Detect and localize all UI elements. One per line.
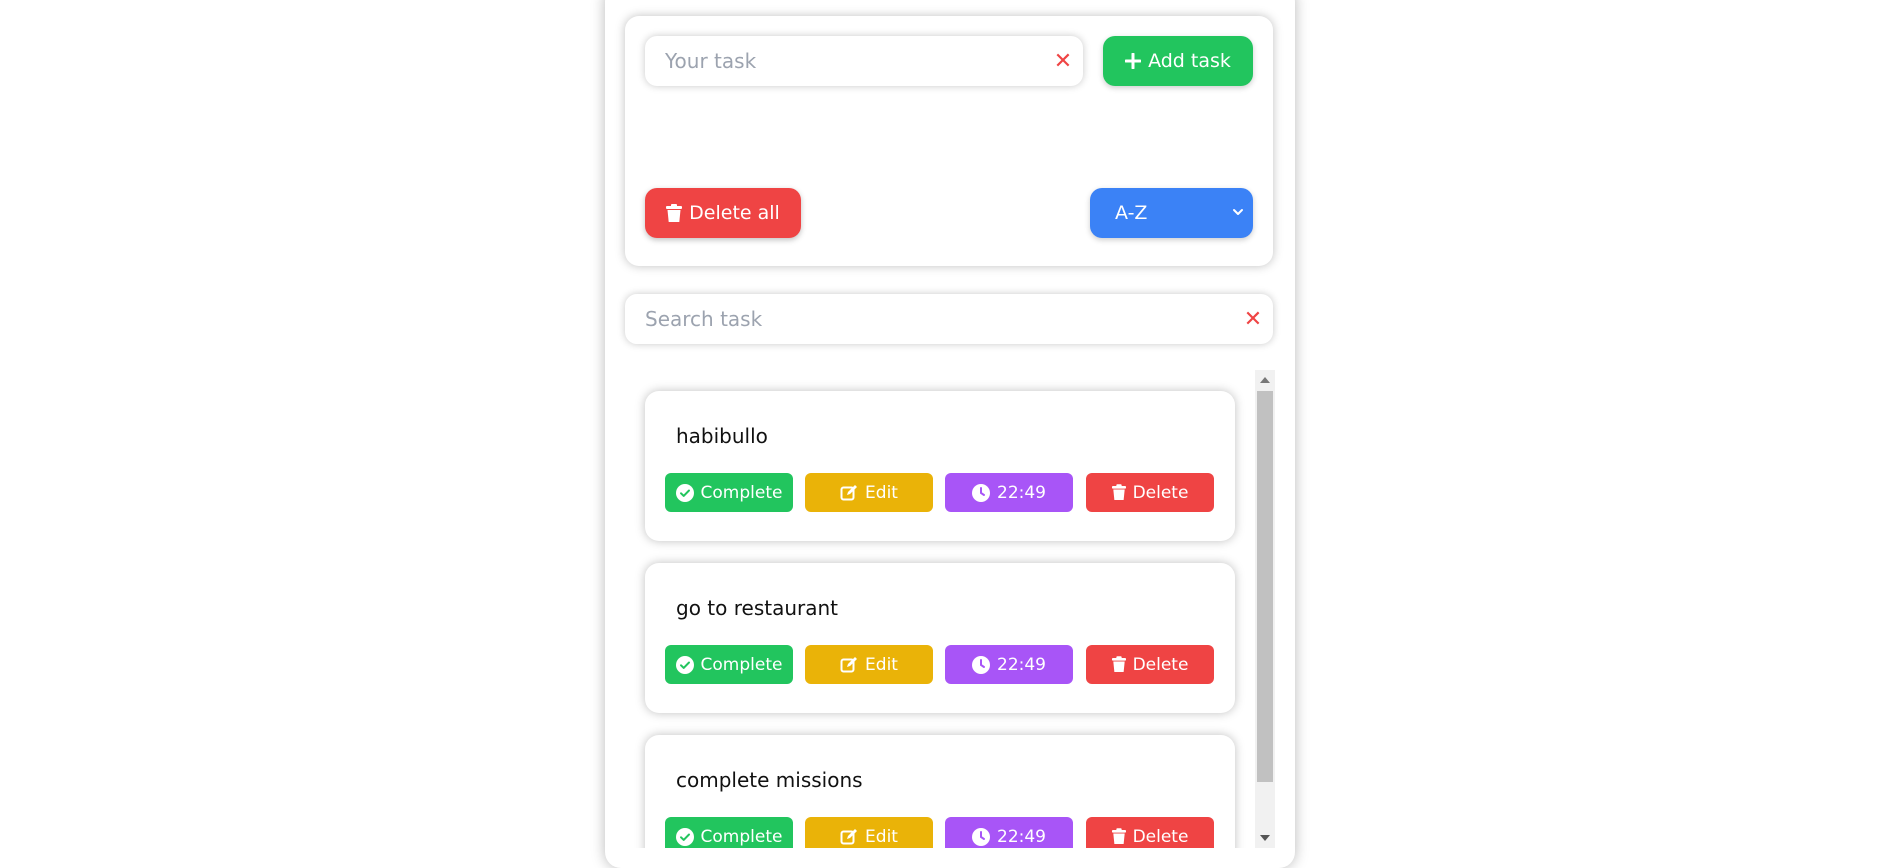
task-title: complete missions <box>676 768 863 792</box>
complete-label: Complete <box>700 482 783 503</box>
task-title: go to restaurant <box>676 596 839 620</box>
clock-icon <box>972 483 990 502</box>
delete-all-button[interactable]: Delete all <box>645 188 801 238</box>
scrollbar-thumb[interactable] <box>1257 391 1273 782</box>
add-task-label: Add task <box>1148 50 1231 72</box>
task-controls-panel: ✕ Add task Delete all A-Z <box>625 16 1273 266</box>
edit-icon <box>840 484 858 500</box>
time-button[interactable]: 22:49 <box>945 817 1073 848</box>
delete-button[interactable]: Delete <box>1086 473 1214 512</box>
edit-button[interactable]: Edit <box>805 645 933 684</box>
delete-all-label: Delete all <box>689 202 780 224</box>
time-label: 22:49 <box>997 826 1046 847</box>
delete-button[interactable]: Delete <box>1086 645 1214 684</box>
task-card: complete missions Complete Edit 22:49 De… <box>645 735 1235 848</box>
clock-icon <box>972 655 990 674</box>
search-input[interactable] <box>625 294 1233 344</box>
trash-icon <box>1111 656 1126 672</box>
edit-label: Edit <box>865 482 898 503</box>
delete-button[interactable]: Delete <box>1086 817 1214 848</box>
delete-label: Delete <box>1132 826 1189 847</box>
task-list: habibullo Complete Edit 22:49 Delete go … <box>625 370 1275 848</box>
complete-button[interactable]: Complete <box>665 645 793 684</box>
time-label: 22:49 <box>997 482 1046 503</box>
edit-button[interactable]: Edit <box>805 817 933 848</box>
task-title: habibullo <box>676 424 768 448</box>
check-circle-icon <box>675 655 694 674</box>
clear-task-icon[interactable]: ✕ <box>1043 36 1083 86</box>
task-card: go to restaurant Complete Edit 22:49 Del… <box>645 563 1235 713</box>
sort-selected-value: A-Z <box>1115 202 1148 224</box>
check-circle-icon <box>675 483 694 502</box>
edit-button[interactable]: Edit <box>805 473 933 512</box>
time-button[interactable]: 22:49 <box>945 473 1073 512</box>
sort-select[interactable]: A-Z <box>1090 188 1253 238</box>
search-input-wrapper: ✕ <box>625 294 1273 344</box>
edit-label: Edit <box>865 654 898 675</box>
trash-icon <box>1111 828 1126 844</box>
edit-icon <box>840 656 858 672</box>
trash-icon <box>1111 484 1126 500</box>
clear-search-icon[interactable]: ✕ <box>1233 294 1273 344</box>
task-input-wrapper: ✕ <box>645 36 1083 86</box>
plus-icon <box>1125 53 1142 69</box>
chevron-down-icon <box>1233 209 1243 215</box>
edit-icon <box>840 828 858 844</box>
trash-icon <box>666 203 683 222</box>
clock-icon <box>972 827 990 846</box>
delete-label: Delete <box>1132 482 1189 503</box>
time-button[interactable]: 22:49 <box>945 645 1073 684</box>
todo-app: ✕ Add task Delete all A-Z ✕ <box>605 0 1295 868</box>
scroll-down-arrow-icon[interactable] <box>1255 828 1275 848</box>
delete-label: Delete <box>1132 654 1189 675</box>
time-label: 22:49 <box>997 654 1046 675</box>
complete-label: Complete <box>700 654 783 675</box>
task-card: habibullo Complete Edit 22:49 Delete <box>645 391 1235 541</box>
task-list-scrollbar[interactable] <box>1255 370 1275 848</box>
complete-label: Complete <box>700 826 783 847</box>
complete-button[interactable]: Complete <box>665 473 793 512</box>
complete-button[interactable]: Complete <box>665 817 793 848</box>
scroll-up-arrow-icon[interactable] <box>1255 370 1275 390</box>
check-circle-icon <box>675 827 694 846</box>
task-input[interactable] <box>645 36 1043 86</box>
add-task-button[interactable]: Add task <box>1103 36 1253 86</box>
edit-label: Edit <box>865 826 898 847</box>
